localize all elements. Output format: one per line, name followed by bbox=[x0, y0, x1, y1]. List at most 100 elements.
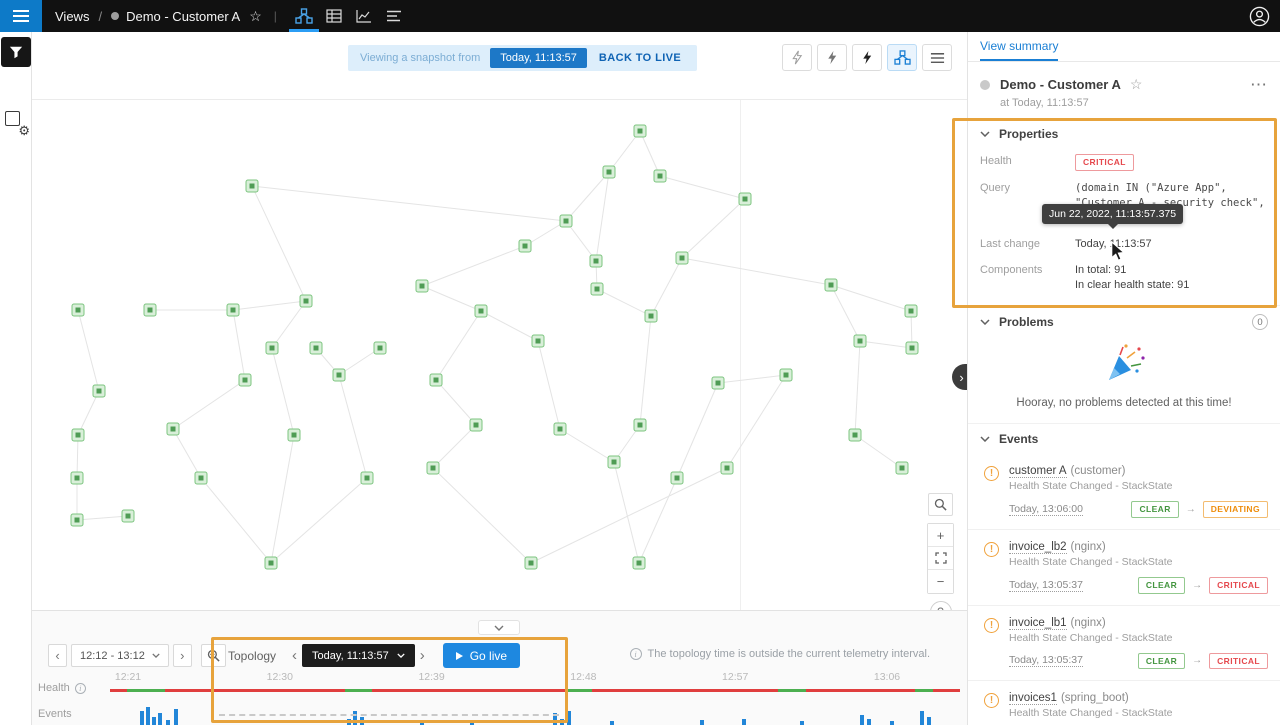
fit-to-screen-button[interactable] bbox=[928, 547, 953, 570]
event-bar bbox=[166, 720, 170, 725]
view-summary-panel: View summary Demo - Customer A ☆ ⋯ at To… bbox=[967, 32, 1280, 725]
event-card[interactable]: ! invoices1(spring_boot) Health State Ch… bbox=[968, 681, 1280, 725]
view-menu-button[interactable]: ⋯ bbox=[1250, 80, 1268, 90]
problem-bolt-half-button[interactable] bbox=[817, 44, 847, 71]
filters-button[interactable] bbox=[1, 37, 31, 67]
events-list: ! customer A(customer) Health State Chan… bbox=[968, 454, 1280, 725]
health-segment-critical bbox=[165, 689, 345, 692]
event-bar bbox=[867, 719, 871, 725]
arrow-right-icon: → bbox=[1192, 580, 1202, 591]
events-section-header[interactable]: Events bbox=[968, 423, 1280, 454]
event-bar bbox=[560, 719, 564, 725]
health-segment-critical bbox=[372, 689, 565, 692]
magnifier-minus-icon bbox=[207, 649, 220, 662]
favorite-star-icon[interactable]: ☆ bbox=[1130, 76, 1143, 93]
event-bar bbox=[860, 715, 864, 725]
health-timeline[interactable] bbox=[32, 689, 967, 692]
table-view-tab[interactable] bbox=[319, 0, 349, 32]
topology-icon bbox=[295, 8, 313, 24]
event-time-link[interactable]: Today, 13:05:37 bbox=[1009, 579, 1083, 592]
event-bar bbox=[347, 719, 351, 725]
topology-layout-icon bbox=[894, 50, 911, 65]
range-prev-button[interactable]: ‹ bbox=[48, 644, 67, 667]
main-area: Viewing a snapshot from Today, 11:13:57 … bbox=[32, 32, 967, 725]
properties-section-header[interactable]: Properties bbox=[968, 119, 1280, 149]
problems-count-badge: 0 bbox=[1252, 314, 1268, 330]
go-live-button[interactable]: Go live bbox=[443, 643, 520, 668]
event-card[interactable]: ! invoice_lb2(nginx) Health State Change… bbox=[968, 530, 1280, 606]
health-segment-clear bbox=[565, 689, 592, 692]
arrow-right-icon: → bbox=[1192, 655, 1202, 666]
events-histogram[interactable] bbox=[32, 699, 967, 725]
snapshot-time-button[interactable]: Today, 11:13:57 bbox=[490, 48, 587, 68]
chevron-down-icon bbox=[980, 436, 990, 442]
problem-bolt-filled-button[interactable] bbox=[852, 44, 882, 71]
event-card[interactable]: ! customer A(customer) Health State Chan… bbox=[968, 454, 1280, 530]
topology-view-tab[interactable] bbox=[289, 0, 319, 32]
problems-section-header[interactable]: Problems 0 bbox=[968, 305, 1280, 338]
view-header: Demo - Customer A ☆ ⋯ at Today, 11:13:57 bbox=[968, 62, 1280, 119]
warning-icon: ! bbox=[984, 466, 999, 481]
topology-time-prev-button[interactable]: ‹ bbox=[287, 647, 302, 664]
timeline-notice-text: The topology time is outside the current… bbox=[648, 648, 930, 660]
filter-icon bbox=[9, 45, 23, 59]
component-settings-button[interactable]: ⚙ bbox=[3, 109, 29, 135]
timeline-tick: 12:48 bbox=[570, 671, 596, 683]
favorite-star-icon[interactable]: ☆ bbox=[249, 8, 262, 25]
event-time-link[interactable]: Today, 13:05:37 bbox=[1009, 654, 1083, 667]
event-time-link[interactable]: Today, 13:06:00 bbox=[1009, 503, 1083, 516]
event-bar bbox=[700, 720, 704, 725]
problem-bolt-outline-button[interactable] bbox=[782, 44, 812, 71]
event-bar bbox=[742, 719, 746, 725]
hamburger-menu-button[interactable] bbox=[0, 0, 42, 32]
range-next-button[interactable]: › bbox=[173, 644, 192, 667]
user-avatar[interactable] bbox=[1249, 6, 1270, 27]
state-to-badge: DEVIATING bbox=[1203, 501, 1268, 518]
health-segment-critical bbox=[592, 689, 778, 692]
topology-time-controls: Topology ‹ Today, 11:13:57 › Go live bbox=[228, 643, 520, 668]
topology-graph[interactable] bbox=[32, 100, 967, 610]
zoom-out-range-button[interactable] bbox=[201, 644, 226, 667]
magnifier-icon bbox=[934, 498, 947, 511]
property-components: Components In total: 91 In clear health … bbox=[968, 258, 1280, 300]
snapshot-banner-label: Viewing a snapshot from bbox=[360, 52, 480, 64]
timeline-tick: 12:39 bbox=[418, 671, 444, 683]
event-component-link[interactable]: invoice_lb1 bbox=[1009, 617, 1067, 630]
tab-view-summary[interactable]: View summary bbox=[980, 32, 1058, 61]
last-change-value[interactable]: Today, 11:13:57 bbox=[1075, 237, 1152, 253]
telemetry-view-tab[interactable] bbox=[349, 0, 379, 32]
topology-time-dropdown[interactable]: Today, 11:13:57 bbox=[302, 644, 415, 667]
event-component-link[interactable]: invoice_lb2 bbox=[1009, 541, 1067, 554]
event-bar bbox=[353, 711, 357, 725]
timeline-collapse-tab[interactable] bbox=[478, 620, 520, 635]
topology-canvas[interactable]: + − ? › bbox=[32, 100, 967, 610]
back-to-live-button[interactable]: BACK TO LIVE bbox=[587, 52, 693, 64]
left-toolbar: ⚙ bbox=[0, 32, 32, 725]
view-state-dot bbox=[980, 80, 990, 90]
topology-layout-button[interactable] bbox=[887, 44, 917, 71]
event-component-link[interactable]: invoices1 bbox=[1009, 692, 1057, 705]
timeline-tick: 13:06 bbox=[874, 671, 900, 683]
health-status-badge: CRITICAL bbox=[1075, 154, 1134, 171]
telemetry-range-dropdown[interactable]: 12:12 - 13:12 bbox=[71, 644, 169, 667]
chart-icon bbox=[356, 9, 372, 23]
snapshot-banner: Viewing a snapshot from Today, 11:13:57 … bbox=[348, 45, 697, 71]
components-value: In total: 91 In clear health state: 91 bbox=[1075, 263, 1189, 295]
topology-time-next-button[interactable]: › bbox=[415, 647, 430, 664]
telemetry-range-controls: ‹ 12:12 - 13:12 › bbox=[48, 644, 226, 667]
breadcrumb-view-title: Demo - Customer A bbox=[126, 9, 240, 24]
zoom-in-button[interactable]: + bbox=[928, 524, 953, 547]
bolt-filled-icon bbox=[861, 50, 873, 65]
events-view-tab[interactable] bbox=[379, 0, 409, 32]
help-button[interactable]: ? bbox=[930, 601, 952, 610]
zoom-out-button[interactable]: − bbox=[928, 570, 953, 593]
components-label: Components bbox=[980, 263, 1075, 295]
event-card[interactable]: ! invoice_lb1(nginx) Health State Change… bbox=[968, 606, 1280, 682]
list-layout-button[interactable] bbox=[922, 44, 952, 71]
search-zoom-button[interactable] bbox=[928, 493, 953, 516]
property-last-change: Last change Today, 11:13:57 bbox=[968, 232, 1280, 258]
event-component-link[interactable]: customer A bbox=[1009, 465, 1067, 478]
chevron-down-icon bbox=[980, 319, 990, 325]
breadcrumb-views[interactable]: Views bbox=[55, 9, 89, 24]
event-bar bbox=[152, 717, 156, 725]
